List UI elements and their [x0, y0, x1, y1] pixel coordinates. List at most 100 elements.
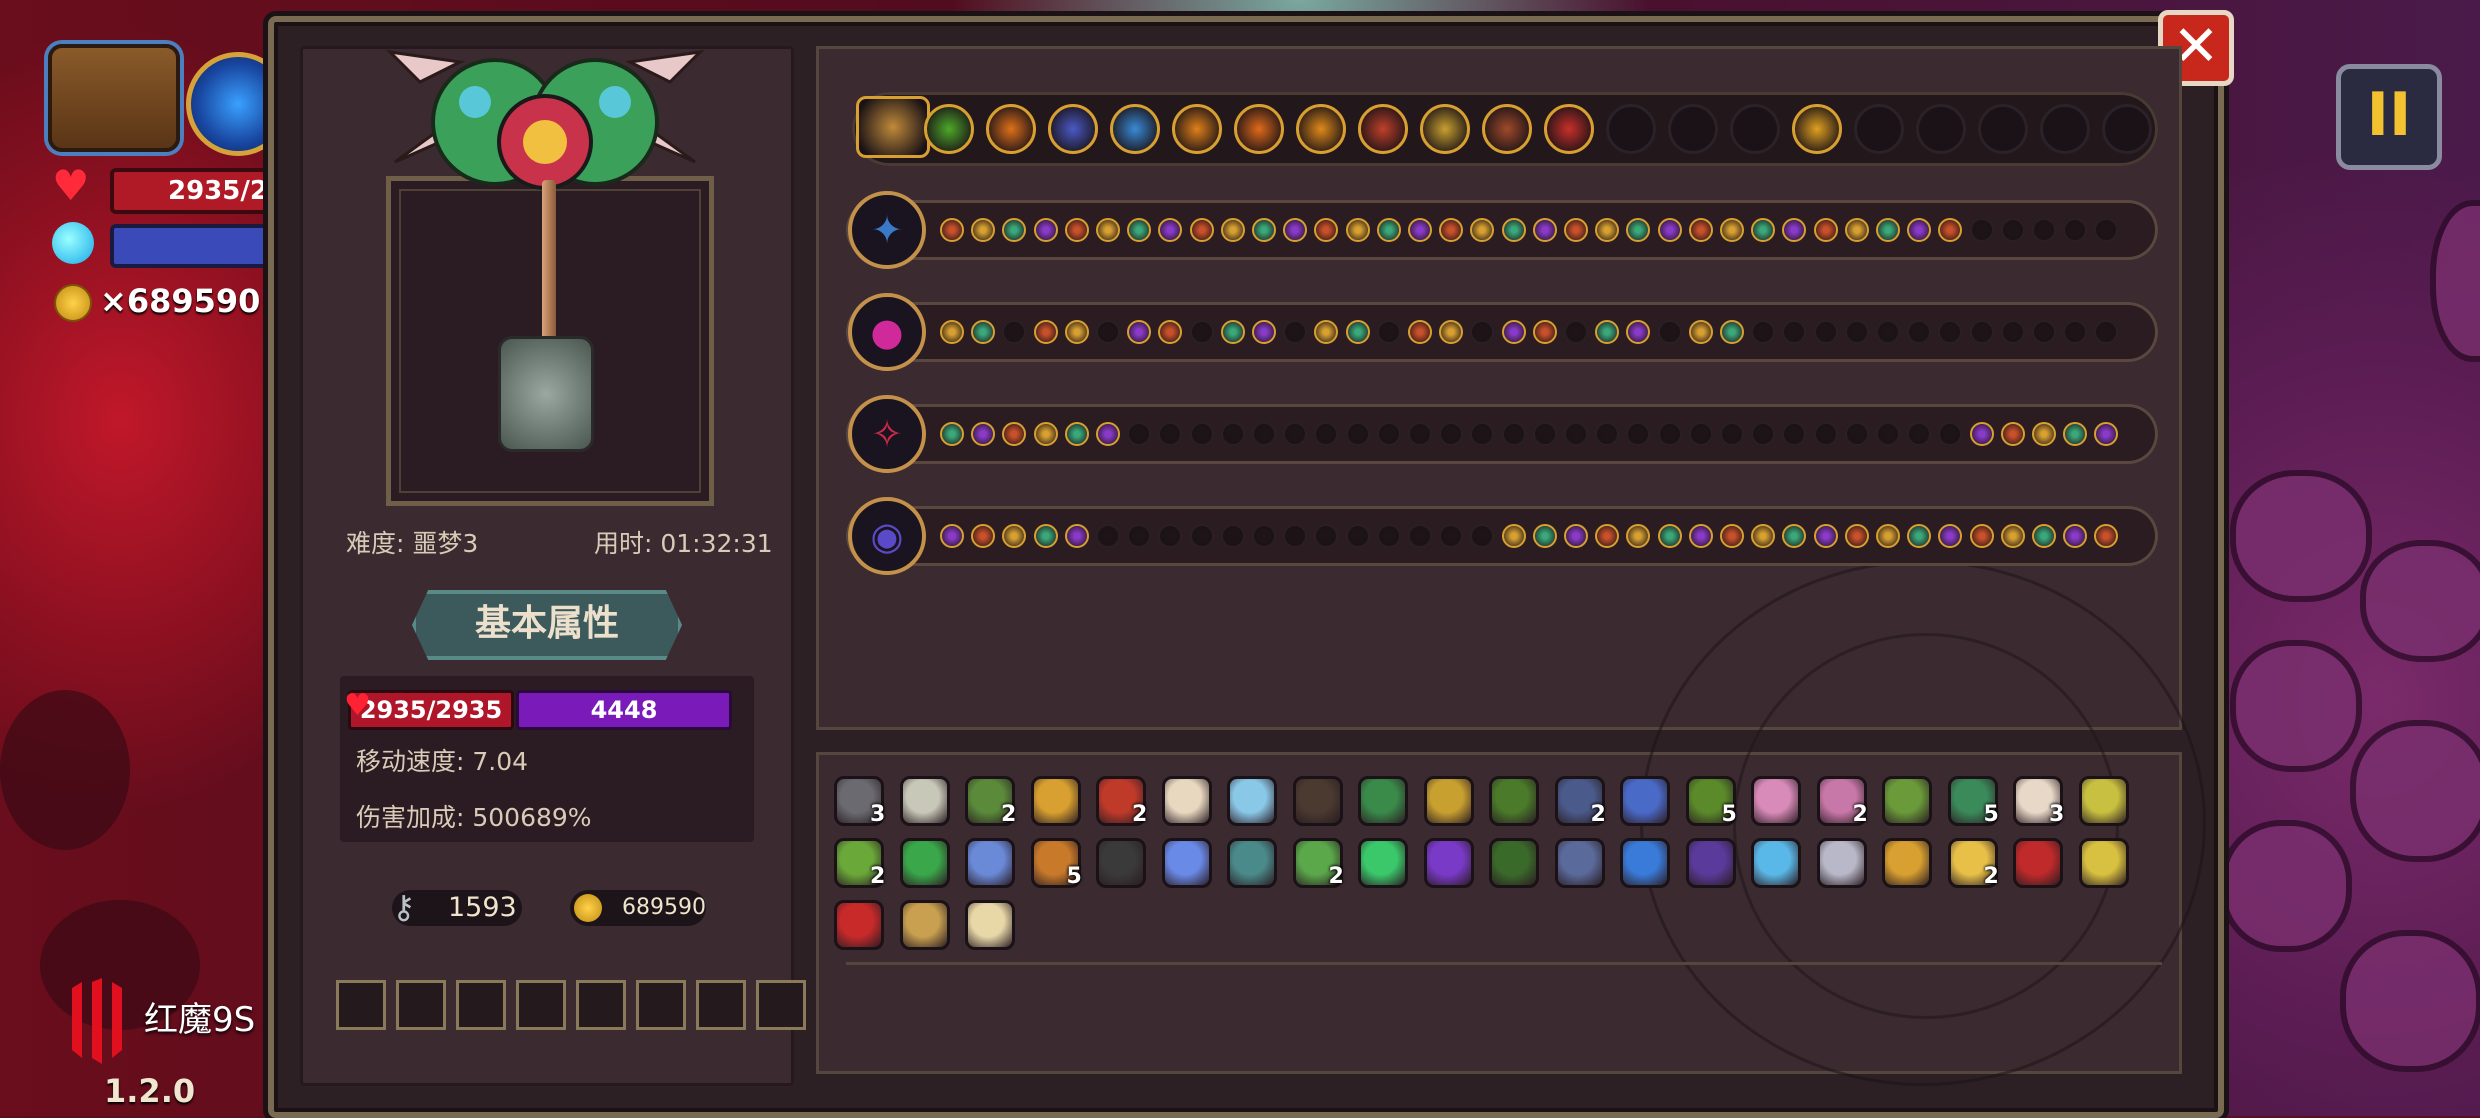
empty-rune-slot[interactable]: [1564, 422, 1588, 446]
spell-rune-icon[interactable]: [1595, 524, 1620, 548]
spell-rune-icon[interactable]: [1969, 422, 1994, 446]
spell-rune-icon[interactable]: [1595, 218, 1620, 242]
empty-rune-slot[interactable]: [1813, 422, 1838, 446]
spell-rune-icon[interactable]: [1064, 320, 1089, 344]
rainbow-icon[interactable]: [1423, 838, 1474, 888]
empty-rune-slot[interactable]: [1876, 320, 1900, 344]
empty-rune-slot[interactable]: [1595, 422, 1620, 446]
spell-rune-icon[interactable]: [1096, 422, 1120, 446]
empty-rune-slot[interactable]: [1189, 320, 1214, 344]
lightning-icon[interactable]: [1792, 104, 1842, 154]
empty-rune-slot[interactable]: [2000, 218, 2025, 242]
empty-rune-slot[interactable]: [1688, 422, 1713, 446]
empty-rune-slot[interactable]: [1907, 422, 1932, 446]
moss-icon[interactable]: [1489, 838, 1539, 888]
spell-rune-icon[interactable]: [1564, 218, 1588, 242]
empty-item-slot[interactable]: [336, 980, 386, 1030]
spell-rune-icon[interactable]: [1532, 218, 1557, 242]
pause-ring-icon[interactable]: [1234, 104, 1284, 154]
green-hat-icon[interactable]: [1358, 776, 1408, 826]
spell-rune-icon[interactable]: [1064, 218, 1089, 242]
empty-rune-slot[interactable]: [2000, 320, 2025, 344]
spell-rune-icon[interactable]: [1439, 320, 1464, 344]
frog-icon[interactable]: [1489, 776, 1539, 826]
empty-rune-slot[interactable]: [1283, 422, 1308, 446]
empty-item-slot[interactable]: [456, 980, 506, 1030]
spell-rune-icon[interactable]: [1720, 524, 1744, 548]
red-demon-icon[interactable]: [834, 900, 884, 950]
jar-icon[interactable]: [1358, 104, 1408, 154]
empty-rune-slot[interactable]: [1876, 422, 1900, 446]
empty-rune-slot[interactable]: [1969, 218, 1994, 242]
brain-icon[interactable]: [1751, 776, 1801, 826]
green-plant-icon[interactable]: [899, 838, 950, 888]
spell-rune-icon[interactable]: [1345, 218, 1370, 242]
empty-rune-slot[interactable]: [1657, 320, 1682, 344]
empty-rune-slot[interactable]: [2063, 218, 2088, 242]
spell-rune-icon[interactable]: [1345, 320, 1370, 344]
burst-icon[interactable]: [986, 104, 1036, 154]
empty-rune-slot[interactable]: [1252, 524, 1276, 548]
empty-rune-slot[interactable]: [1751, 422, 1776, 446]
empty-item-slot[interactable]: [576, 980, 626, 1030]
empty-rune-slot[interactable]: [1376, 320, 1401, 344]
spell-rune-icon[interactable]: [1408, 320, 1432, 344]
spell-rune-icon[interactable]: [971, 218, 996, 242]
empty-relic-slot[interactable]: [2040, 104, 2090, 154]
empty-rune-slot[interactable]: [1813, 320, 1838, 344]
wings-icon[interactable]: [1161, 776, 1212, 826]
spell-rune-icon[interactable]: [940, 218, 964, 242]
spell-rune-icon[interactable]: [1876, 524, 1900, 548]
spell-rune-icon[interactable]: [1189, 218, 1214, 242]
empty-rune-slot[interactable]: [1283, 320, 1308, 344]
spell-rune-icon[interactable]: [1688, 218, 1713, 242]
empty-rune-slot[interactable]: [1408, 524, 1432, 548]
empty-item-slot[interactable]: [636, 980, 686, 1030]
empty-item-slot[interactable]: [516, 980, 566, 1030]
empty-rune-slot[interactable]: [1439, 524, 1464, 548]
hud-backpack-icon[interactable]: [48, 44, 180, 152]
spell-rune-icon[interactable]: [1376, 218, 1401, 242]
empty-rune-slot[interactable]: [1220, 524, 1245, 548]
magnifier-icon[interactable]: [899, 776, 950, 826]
spell-rune-icon[interactable]: [1720, 320, 1744, 344]
spell-rune-icon[interactable]: [1501, 524, 1526, 548]
spell-rune-icon[interactable]: [1501, 320, 1526, 344]
spell-rune-icon[interactable]: [1844, 524, 1869, 548]
empty-rune-slot[interactable]: [1564, 320, 1588, 344]
spring-icon[interactable]: [2078, 776, 2129, 826]
empty-rune-slot[interactable]: [1657, 422, 1682, 446]
goggles-icon[interactable]: [1423, 776, 1474, 826]
empty-rune-slot[interactable]: [1283, 524, 1308, 548]
empty-rune-slot[interactable]: [1720, 422, 1744, 446]
spell-rune-icon[interactable]: [1688, 320, 1713, 344]
arrow-icon[interactable]: [1172, 104, 1222, 154]
spell-rune-icon[interactable]: [1033, 320, 1058, 344]
cards-icon[interactable]: [1420, 104, 1470, 154]
spell-rune-icon[interactable]: [1532, 524, 1557, 548]
empty-rune-slot[interactable]: [1532, 422, 1557, 446]
empty-rune-slot[interactable]: [1345, 422, 1370, 446]
empty-relic-slot[interactable]: [1854, 104, 1904, 154]
empty-rune-slot[interactable]: [1844, 320, 1869, 344]
empty-rune-slot[interactable]: [1907, 320, 1932, 344]
empty-rune-slot[interactable]: [1969, 320, 1994, 344]
spell-rune-icon[interactable]: [1844, 218, 1869, 242]
spell-rune-icon[interactable]: [1127, 320, 1152, 344]
water-drop-icon[interactable]: [1620, 838, 1670, 888]
spell-rune-icon[interactable]: [971, 320, 996, 344]
red-vine-icon[interactable]: [2013, 838, 2063, 888]
roast-chicken-icon[interactable]: [965, 900, 1015, 950]
crimson-scepter-icon[interactable]: ✧: [848, 395, 926, 473]
dark-skull-icon[interactable]: [1096, 838, 1146, 888]
potion-icon[interactable]: [1620, 776, 1670, 826]
spell-rune-icon[interactable]: [1501, 218, 1526, 242]
empty-rune-slot[interactable]: [1501, 422, 1526, 446]
spell-rune-icon[interactable]: [1532, 320, 1557, 344]
spell-rune-icon[interactable]: [2032, 524, 2056, 548]
ice-staff-icon[interactable]: ✦: [848, 191, 926, 269]
empty-rune-slot[interactable]: [1751, 320, 1776, 344]
empty-rune-slot[interactable]: [1127, 524, 1152, 548]
empty-item-slot[interactable]: [396, 980, 446, 1030]
empty-rune-slot[interactable]: [1220, 422, 1245, 446]
